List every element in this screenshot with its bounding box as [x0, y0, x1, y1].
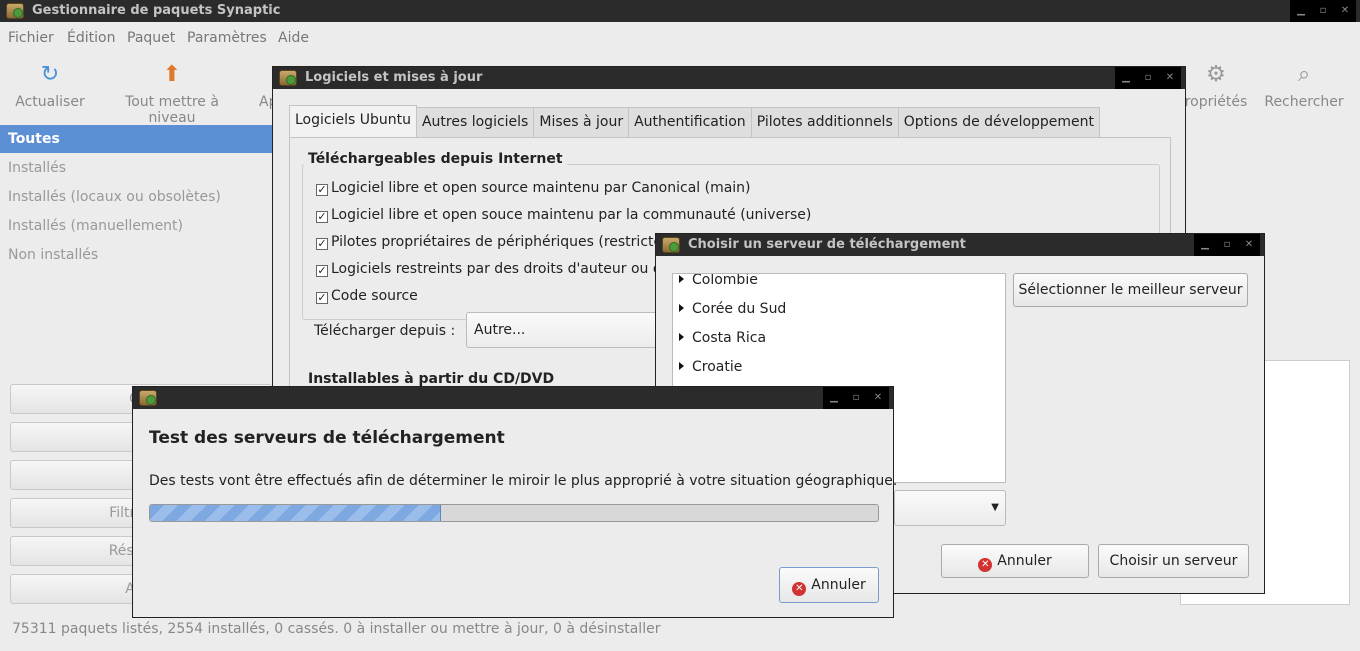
mirror-app-icon [662, 237, 680, 253]
synaptic-app-icon [6, 3, 24, 19]
expand-arrow-icon[interactable] [679, 304, 684, 312]
menu-parametres[interactable]: Paramètres [187, 30, 267, 46]
mirror-window-controls: ▁ ▫ ✕ [1194, 234, 1260, 256]
internet-header: Téléchargeables depuis Internet [304, 151, 567, 167]
check-source-code[interactable]: ✓ Code source [316, 288, 418, 304]
gear-icon: ⚙ [1206, 62, 1226, 87]
progress-heading: Test des serveurs de téléchargement [149, 428, 505, 448]
tab-options-developpement[interactable]: Options de développement [897, 107, 1101, 137]
tab-pilotes-additionnels[interactable]: Pilotes additionnels [750, 107, 899, 137]
search-label: Rechercher [1264, 94, 1344, 110]
progress-fill [150, 505, 442, 521]
synaptic-title: Gestionnaire de paquets Synaptic [32, 3, 281, 18]
checkbox-checked-icon[interactable]: ✓ [316, 265, 328, 277]
list-item[interactable]: Croatie [679, 359, 742, 375]
menu-paquet[interactable]: Paquet [127, 30, 175, 46]
close-icon[interactable]: ✕ [1238, 234, 1260, 256]
tab-authentification[interactable]: Authentification [628, 107, 752, 137]
minimize-icon[interactable]: ▁ [1194, 234, 1216, 256]
sources-titlebar[interactable]: Logiciels et mises à jour ▁ ▫ ✕ [273, 67, 1185, 89]
progress-cancel-button[interactable]: ✕ Annuler [779, 567, 879, 603]
tab-mises-a-jour[interactable]: Mises à jour [533, 107, 630, 137]
menu-edition[interactable]: Édition [67, 30, 115, 46]
progress-titlebar[interactable]: ▁ ▫ ✕ [133, 387, 893, 409]
check-restricted[interactable]: ✓ Pilotes propriétaires de périphériques … [316, 234, 662, 250]
menu-aide[interactable]: Aide [278, 30, 309, 46]
mirror-combo[interactable]: ▼ [894, 490, 1006, 526]
synaptic-titlebar[interactable]: Gestionnaire de paquets Synaptic ▁ ▫ ✕ [0, 0, 1360, 22]
cancel-icon: ✕ [978, 558, 993, 572]
download-from-label: Télécharger depuis : [314, 323, 456, 339]
mirror-cancel-button[interactable]: ✕ Annuler [941, 544, 1089, 578]
checkbox-checked-icon[interactable]: ✓ [316, 238, 328, 250]
expand-arrow-icon[interactable] [679, 275, 684, 283]
close-icon[interactable]: ✕ [1334, 0, 1356, 22]
check-universe[interactable]: ✓ Logiciel libre et open souce maintenu p… [316, 207, 811, 223]
properties-label: ropriétés [1184, 94, 1248, 110]
apply-label: Ap [259, 94, 273, 110]
search-button[interactable]: ⌕ Rechercher [1264, 62, 1344, 110]
filter-installes[interactable]: Installés [0, 154, 272, 182]
chevron-down-icon: ▼ [991, 502, 999, 513]
upgrade-all-label: Tout mettre à niveau [125, 94, 219, 126]
progress-bar [149, 504, 879, 522]
maximize-icon[interactable]: ▫ [845, 387, 867, 409]
status-bar: 75311 paquets listés, 2554 installés, 0 … [12, 621, 661, 637]
sources-window-controls: ▁ ▫ ✕ [1115, 67, 1181, 89]
sources-title: Logiciels et mises à jour [305, 70, 483, 85]
sources-app-icon [279, 70, 297, 86]
close-icon[interactable]: ✕ [1159, 67, 1181, 89]
filter-installes-manuellement[interactable]: Installés (manuellement) [0, 212, 272, 240]
tab-autres-logiciels[interactable]: Autres logiciels [415, 107, 535, 137]
search-icon: ⌕ [1297, 62, 1311, 87]
minimize-icon[interactable]: ▁ [823, 387, 845, 409]
checkbox-checked-icon[interactable]: ✓ [316, 184, 328, 196]
check-multiverse[interactable]: ✓ Logiciels restreints par des droits d'a… [316, 261, 662, 277]
list-item[interactable]: Corée du Sud [679, 301, 786, 317]
tab-logiciels-ubuntu[interactable]: Logiciels Ubuntu [289, 105, 417, 137]
menu-fichier[interactable]: Fichier [8, 30, 54, 46]
progress-window-controls: ▁ ▫ ✕ [823, 387, 889, 409]
maximize-icon[interactable]: ▫ [1312, 0, 1334, 22]
minimize-icon[interactable]: ▁ [1290, 0, 1312, 22]
apply-button[interactable]: ✓ Ap [259, 62, 273, 110]
window-controls: ▁ ▫ ✕ [1290, 0, 1356, 22]
refresh-icon: ↻ [40, 62, 60, 87]
menubar: Fichier Édition Paquet Paramètres Aide [0, 28, 1360, 50]
server-test-dialog: ▁ ▫ ✕ Test des serveurs de téléchargemen… [132, 386, 898, 618]
filter-non-installes[interactable]: Non installés [0, 241, 272, 269]
cancel-icon: ✕ [792, 582, 807, 596]
mirror-titlebar[interactable]: Choisir un serveur de téléchargement ▁ ▫… [656, 234, 1264, 256]
check-main[interactable]: ✓ Logiciel libre et open source maintenu … [316, 180, 751, 196]
maximize-icon[interactable]: ▫ [1216, 234, 1238, 256]
upgrade-all-button[interactable]: ⬆ Tout mettre à niveau [100, 62, 244, 126]
expand-arrow-icon[interactable] [679, 362, 684, 370]
checkbox-checked-icon[interactable]: ✓ [316, 211, 328, 223]
list-item[interactable]: Costa Rica [679, 330, 766, 346]
filter-toutes[interactable]: Toutes [0, 125, 272, 153]
maximize-icon[interactable]: ▫ [1137, 67, 1159, 89]
checkbox-checked-icon[interactable]: ✓ [316, 292, 328, 304]
close-icon[interactable]: ✕ [867, 387, 889, 409]
mirror-title: Choisir un serveur de téléchargement [688, 237, 966, 252]
download-from-combo[interactable]: Autre... [466, 312, 666, 348]
progress-app-icon [139, 390, 157, 406]
expand-arrow-icon[interactable] [679, 333, 684, 341]
properties-button[interactable]: ⚙ ropriétés [1182, 62, 1250, 110]
select-best-server-button[interactable]: Sélectionner le meilleur serveur [1013, 273, 1248, 307]
cd-header: Installables à partir du CD/DVD [304, 371, 559, 387]
progress-description: Des tests vont être effectués afin de dé… [149, 473, 898, 489]
choose-server-button[interactable]: Choisir un serveur [1098, 544, 1249, 578]
filter-installes-locaux[interactable]: Installés (locaux ou obsolètes) [0, 183, 272, 211]
refresh-button[interactable]: ↻ Actualiser [14, 62, 86, 110]
minimize-icon[interactable]: ▁ [1115, 67, 1137, 89]
list-item[interactable]: Colombie [679, 274, 758, 288]
sources-tabs: Logiciels Ubuntu Autres logiciels Mises … [289, 105, 1101, 137]
refresh-label: Actualiser [15, 94, 85, 110]
upgrade-icon: ⬆ [162, 62, 182, 87]
